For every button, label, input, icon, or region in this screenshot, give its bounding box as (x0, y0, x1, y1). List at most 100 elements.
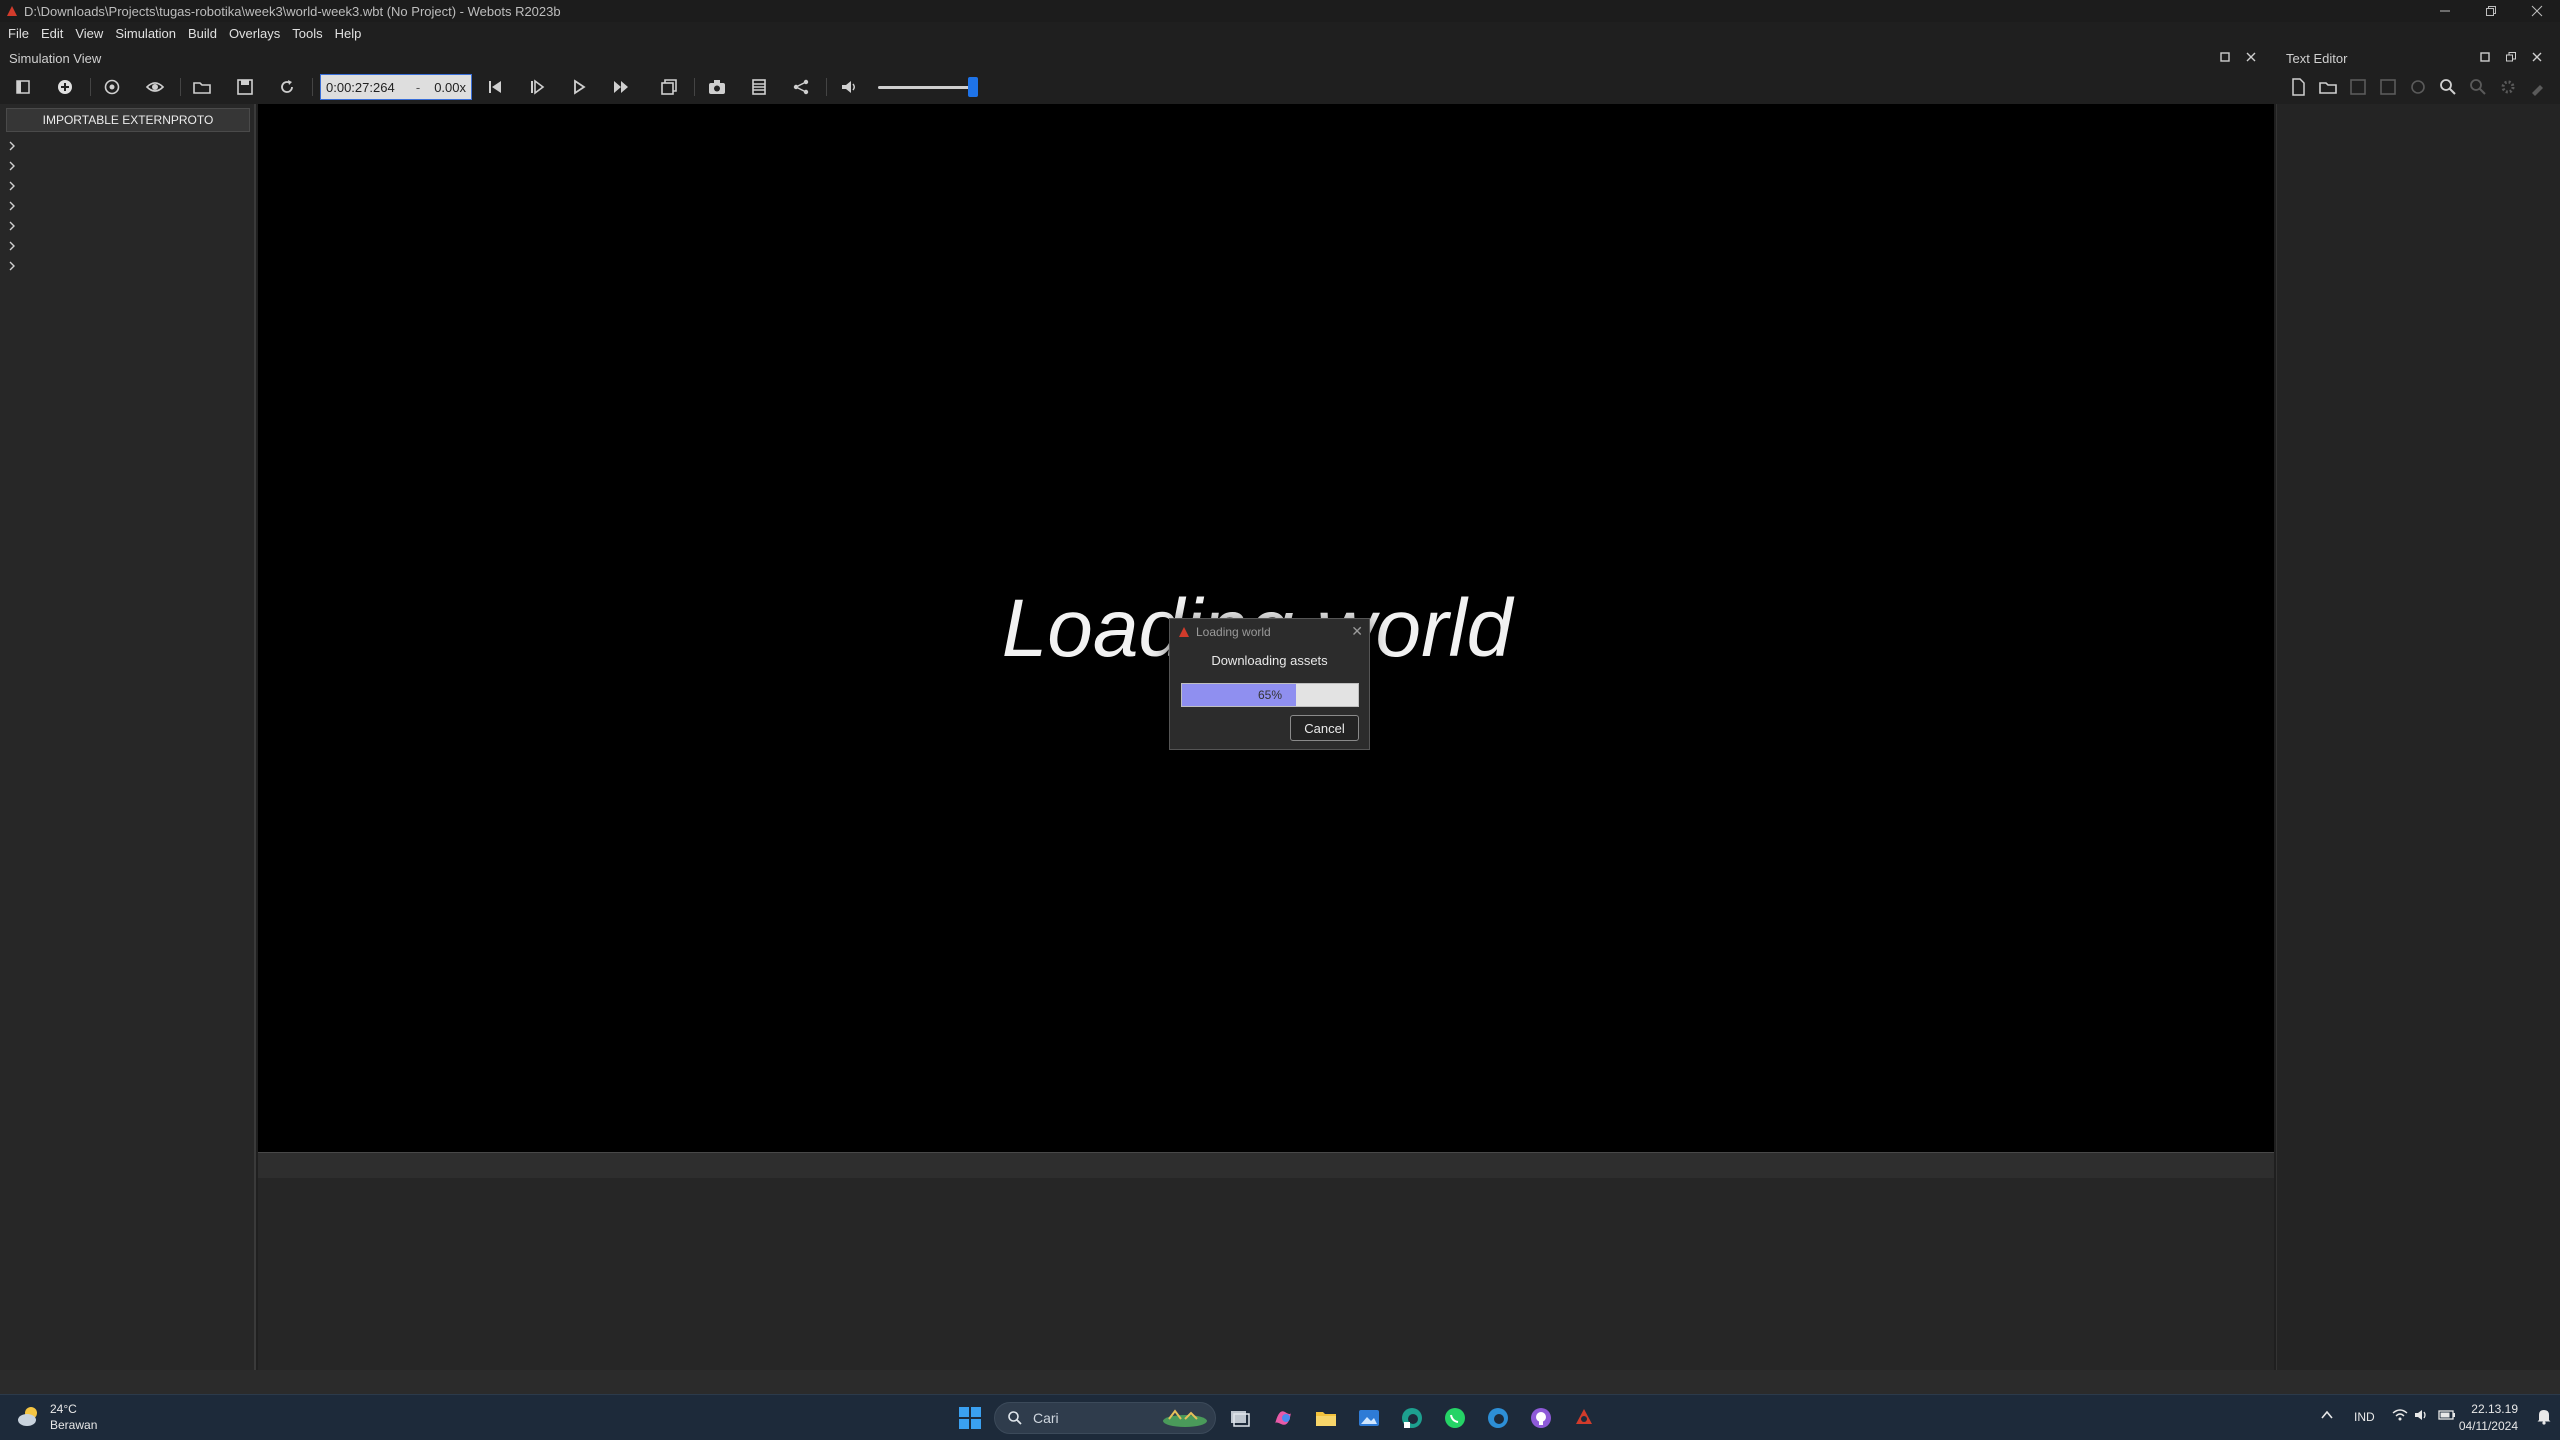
new-file-icon[interactable] (2284, 74, 2312, 100)
reload-world-button[interactable] (273, 74, 301, 100)
edge-browser-icon[interactable] (1397, 1403, 1427, 1433)
fast-forward-button[interactable] (607, 74, 635, 100)
menu-bar: File Edit View Simulation Build Overlays… (0, 22, 2560, 46)
input-language[interactable]: IND (2354, 1410, 2375, 1424)
show-hidden-icons-chevron-up-icon[interactable] (2320, 1408, 2334, 1425)
find-replace-icon (2464, 74, 2492, 100)
battery-icon[interactable] (2438, 1408, 2456, 1425)
add-node-button[interactable] (51, 74, 79, 100)
toggle-scene-tree-button[interactable] (9, 74, 37, 100)
dialog-title-bar: Loading world (1170, 619, 1369, 645)
dialog-message: Downloading assets (1211, 653, 1328, 668)
photos-icon[interactable] (1354, 1403, 1384, 1433)
title-bar: D:\Downloads\Projects\tugas-robotika\wee… (0, 0, 2560, 22)
console-header (258, 1152, 2274, 1178)
screenshot-camera-icon[interactable] (703, 74, 731, 100)
weather-description: Berawan (50, 1418, 98, 1432)
menu-edit[interactable]: Edit (35, 22, 69, 46)
find-icon[interactable] (2434, 74, 2462, 100)
file-explorer-icon[interactable] (1311, 1403, 1341, 1433)
task-view-icon[interactable] (1225, 1403, 1255, 1433)
menu-view[interactable]: View (69, 22, 109, 46)
menu-build[interactable]: Build (182, 22, 223, 46)
simulation-time-display: 0:00:27:264 - 0.00x (320, 74, 472, 100)
undock-icon[interactable] (2504, 50, 2518, 64)
tree-node-expand-arrow-icon[interactable] (8, 140, 16, 154)
share-icon[interactable] (787, 74, 815, 100)
menu-help[interactable]: Help (329, 22, 368, 46)
tree-node-expand-arrow-icon[interactable] (8, 160, 16, 174)
whatsapp-icon[interactable] (1440, 1403, 1470, 1433)
revert-file-icon (2404, 74, 2432, 100)
webots-logo-icon (1179, 627, 1189, 637)
weather-widget[interactable]: 24°C Berawan (14, 1401, 97, 1433)
webots-logo-icon (4, 3, 20, 19)
record-movie-icon[interactable] (745, 74, 773, 100)
volume-slider[interactable] (878, 77, 978, 97)
menu-overlays[interactable]: Overlays (223, 22, 286, 46)
dialog-close-icon[interactable]: ✕ (1351, 623, 1363, 640)
play-button[interactable] (565, 74, 593, 100)
importable-externproto-button[interactable]: IMPORTABLE EXTERNPROTO (6, 108, 250, 132)
wifi-icon[interactable] (2392, 1408, 2408, 1425)
toggle-rendering-button[interactable] (655, 74, 683, 100)
search-highlight-image-icon (1163, 1409, 1207, 1427)
edge-dev-icon[interactable] (1483, 1403, 1513, 1433)
github-desktop-icon[interactable] (1526, 1403, 1556, 1433)
weather-cloud-icon (18, 1407, 37, 1426)
open-file-icon[interactable] (2314, 74, 2342, 100)
menu-simulation[interactable]: Simulation (109, 22, 182, 46)
system-clock[interactable]: 22.13.19 04/11/2024 (2459, 1401, 2518, 1435)
simulation-toolbar: 0:00:27:264 - 0.00x (0, 70, 1000, 104)
webots-taskbar-icon[interactable] (1569, 1403, 1599, 1433)
reset-viewpoint-button[interactable] (98, 74, 126, 100)
menu-file[interactable]: File (2, 22, 35, 46)
open-world-button[interactable] (188, 74, 216, 100)
simulation-speed: 0.00x (434, 79, 466, 95)
float-dock-icon[interactable] (2478, 50, 2492, 64)
notification-bell-icon[interactable] (2536, 1407, 2552, 1428)
weather-temperature: 24°C (50, 1402, 77, 1416)
cancel-button[interactable]: Cancel (1290, 715, 1359, 741)
close-dock-icon[interactable] (2530, 50, 2544, 64)
console-panel[interactable] (258, 1178, 2274, 1370)
clean-brush-icon (2524, 74, 2552, 100)
search-placeholder: Cari (1033, 1410, 1059, 1426)
system-tray: IND (2320, 1395, 2560, 1440)
progress-percent-label: 65% (1257, 688, 1283, 702)
clock-date: 04/11/2024 (2458, 1419, 2518, 1433)
taskbar-search-box[interactable]: Cari (994, 1402, 1216, 1434)
tree-node-expand-arrow-icon[interactable] (8, 220, 16, 234)
save-file-icon (2344, 74, 2372, 100)
text-editor-toolbar (2284, 74, 2554, 100)
simulation-time: 0:00:27:264 (326, 79, 395, 95)
volume-slider-track (878, 86, 978, 89)
tree-node-expand-arrow-icon[interactable] (8, 180, 16, 194)
tree-node-expand-arrow-icon[interactable] (8, 200, 16, 214)
start-windows-icon[interactable] (955, 1403, 985, 1433)
close-dock-icon[interactable] (2244, 50, 2258, 64)
reset-simulation-button[interactable] (481, 74, 509, 100)
save-as-icon (2374, 74, 2402, 100)
menu-tools[interactable]: Tools (286, 22, 328, 46)
save-world-button[interactable] (231, 74, 259, 100)
text-editor-panel[interactable] (2276, 104, 2560, 1370)
tree-node-expand-arrow-icon[interactable] (8, 260, 16, 274)
tree-node-expand-arrow-icon[interactable] (8, 240, 16, 254)
download-progress-bar: 65% (1181, 683, 1359, 707)
time-separator: - (415, 79, 421, 95)
dialog-title: Loading world (1196, 625, 1271, 639)
close-button[interactable] (2514, 0, 2560, 22)
volume-speaker-icon[interactable] (835, 74, 863, 100)
window-title: D:\Downloads\Projects\tugas-robotika\wee… (24, 3, 561, 19)
float-dock-icon[interactable] (2218, 50, 2232, 64)
volume-icon[interactable] (2414, 1408, 2430, 1425)
minimize-button[interactable] (2422, 0, 2468, 22)
restore-button[interactable] (2468, 0, 2514, 22)
text-editor-title: Text Editor (2286, 51, 2348, 66)
step-button[interactable] (523, 74, 551, 100)
volume-slider-handle[interactable] (968, 77, 978, 97)
view-eye-icon[interactable] (141, 74, 169, 100)
loading-world-dialog: Loading world ✕ Downloading assets 65% C… (1169, 618, 1370, 750)
copilot-icon[interactable] (1268, 1403, 1298, 1433)
